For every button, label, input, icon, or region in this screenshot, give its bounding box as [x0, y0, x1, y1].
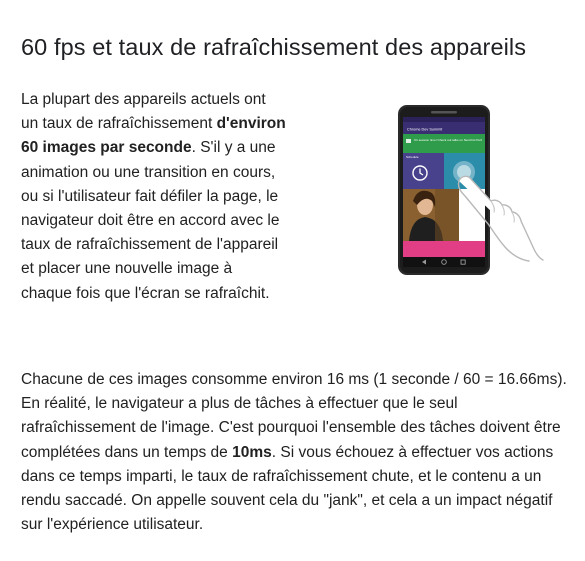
- intro-text-end: . S'il y a une animation ou une transiti…: [21, 139, 280, 302]
- body-emphasis: 10ms: [232, 443, 272, 461]
- notification-text: It's session time! Check out talks on Ne…: [414, 138, 482, 142]
- phone-illustration: Chrome Dev Summit It's session time! Che…: [395, 97, 545, 277]
- navigation-bar: [403, 257, 485, 267]
- tile-label: Schedule: [406, 155, 419, 159]
- notification-banner: [403, 134, 485, 153]
- intro-paragraph: La plupart des appareils actuels ont un …: [21, 88, 286, 306]
- pink-tile: [403, 241, 485, 257]
- app-title: Chrome Dev Summit: [407, 128, 443, 132]
- page-title: 60 fps et taux de rafraîchissement des a…: [21, 34, 527, 60]
- body-paragraph: Chacune de ces images consomme environ 1…: [21, 368, 571, 537]
- phone-speaker: [431, 111, 457, 114]
